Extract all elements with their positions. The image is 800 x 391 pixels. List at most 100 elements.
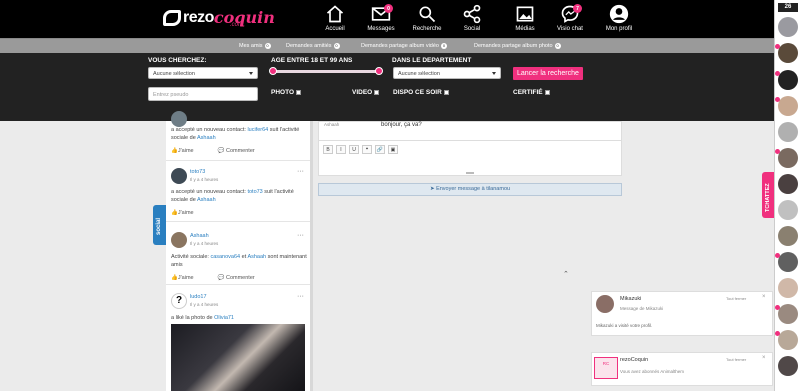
- post-author[interactable]: ludo17: [190, 294, 207, 300]
- post-author[interactable]: toto73: [190, 169, 205, 175]
- user-avatar[interactable]: [778, 226, 798, 246]
- user-avatar[interactable]: [778, 70, 798, 90]
- social-tab[interactable]: social: [153, 205, 166, 245]
- close-all-link[interactable]: Tout fermer: [726, 296, 746, 301]
- nav-mon-profil[interactable]: Mon profil: [597, 4, 641, 32]
- gender-select[interactable]: Aucune sélection: [148, 67, 258, 79]
- age-max-handle[interactable]: [375, 67, 383, 75]
- post-text: a accepté un nouveau contact: lucifer64 …: [171, 126, 307, 142]
- close-icon[interactable]: ×: [762, 355, 766, 361]
- user-link[interactable]: Olivia71: [214, 315, 234, 321]
- send-message-button[interactable]: ➤ Envoyer message à tilanamou: [318, 183, 622, 196]
- user-avatar[interactable]: [778, 200, 798, 220]
- like-button[interactable]: 👍J'aime: [171, 275, 206, 281]
- site-logo[interactable]: rezo coquin .com: [163, 8, 275, 28]
- like-button[interactable]: 👍J'aime: [171, 148, 206, 154]
- notification-card[interactable]: RC rezoCoquin Tout fermer × Vous avez ab…: [591, 352, 773, 386]
- user-avatar[interactable]: [778, 356, 798, 376]
- logo-text-rezo: rezo: [183, 8, 214, 26]
- subnav-label: Demandes amitiés: [286, 43, 332, 49]
- age-range-slider[interactable]: [269, 67, 383, 75]
- certifie-checkbox[interactable]: [544, 89, 550, 95]
- underline-button[interactable]: U: [349, 145, 359, 154]
- user-link[interactable]: casanova64: [210, 254, 240, 260]
- nav-medias[interactable]: Médias: [503, 4, 547, 32]
- post-actions: 👍J'aime 💬 Commenter: [171, 148, 279, 154]
- resize-handle[interactable]: [466, 172, 474, 174]
- like-button[interactable]: 👍J'aime: [171, 210, 206, 216]
- post-photo[interactable]: [171, 324, 305, 391]
- feed-scrollbar[interactable]: [310, 121, 313, 391]
- post-text: a accepté un nouveau contact: toto73 sui…: [171, 188, 307, 204]
- user-avatar[interactable]: [778, 17, 798, 37]
- user-link[interactable]: toto73: [247, 189, 262, 195]
- subnav-mes-amis[interactable]: Mes amis 0: [239, 43, 271, 49]
- subnav-demandes-amities[interactable]: Demandes amitiés 0: [286, 43, 340, 49]
- online-users-sidebar: 26: [774, 0, 800, 391]
- italic-button[interactable]: I: [336, 145, 346, 154]
- feed-post: Ashaah Il y a 4 heures ··· Activité soci…: [166, 223, 310, 285]
- scroll-up-icon[interactable]: ⌃: [563, 270, 569, 278]
- nav-recherche[interactable]: Recherche: [405, 4, 449, 32]
- user-avatar[interactable]: [778, 174, 798, 194]
- user-avatar[interactable]: [778, 304, 798, 324]
- subnav-count: 0: [333, 43, 340, 49]
- departement-select[interactable]: Aucune sélection: [393, 67, 501, 79]
- dispo-filter[interactable]: DISPO CE SOIR: [393, 89, 449, 96]
- online-dot: [775, 71, 780, 76]
- quote-button[interactable]: ❝: [362, 145, 372, 154]
- close-all-link[interactable]: Tout fermer: [726, 357, 746, 362]
- nav-accueil[interactable]: Accueil: [313, 4, 357, 32]
- certifie-filter[interactable]: CERTIFIÉ: [513, 89, 550, 96]
- user-avatar[interactable]: [778, 252, 798, 272]
- user-avatar[interactable]: [778, 96, 798, 116]
- age-min-handle[interactable]: [269, 67, 277, 75]
- comment-button[interactable]: 💬 Commenter: [218, 275, 267, 281]
- avatar[interactable]: ?: [171, 293, 187, 309]
- avatar[interactable]: [171, 168, 187, 184]
- visio-badge: 7: [573, 4, 582, 13]
- nav-visio-chat[interactable]: 7 Visio chat: [548, 4, 592, 32]
- photo-filter[interactable]: PHOTO: [271, 89, 301, 96]
- notification-card[interactable]: Mikazuki Tout fermer × Message de Mikazu…: [591, 291, 773, 336]
- video-checkbox[interactable]: [374, 89, 380, 95]
- bold-button[interactable]: B: [323, 145, 333, 154]
- close-icon[interactable]: ×: [762, 294, 766, 300]
- subnav-partage-photo[interactable]: Demandes partage album photo 0: [474, 43, 561, 49]
- message-editor[interactable]: B I U ❝ 🔗 ▣: [318, 140, 622, 176]
- user-link[interactable]: Ashaah: [197, 197, 216, 203]
- nav-messages[interactable]: 0 Messages: [359, 4, 403, 32]
- more-options-icon[interactable]: ···: [297, 293, 304, 300]
- link-button[interactable]: 🔗: [375, 145, 385, 154]
- avatar[interactable]: [171, 232, 187, 248]
- feed-post: a accepté un nouveau contact: lucifer64 …: [166, 111, 310, 161]
- nav-social[interactable]: Social: [450, 4, 494, 32]
- secondary-navbar: Mes amis 0 Demandes amitiés 0 Demandes par…: [0, 38, 774, 53]
- tchattez-tab[interactable]: TCHATTEZ: [762, 172, 774, 218]
- nav-label: Mon profil: [605, 26, 633, 32]
- gender-select-value: Aucune sélection: [153, 71, 195, 77]
- post-author[interactable]: Ashaah: [190, 233, 209, 239]
- video-label: VIDEO: [352, 89, 373, 96]
- subnav-partage-video[interactable]: Demandes partage album vidéo 0: [361, 43, 447, 49]
- avatar[interactable]: [596, 295, 614, 313]
- comment-button[interactable]: 💬 Commenter: [218, 148, 267, 154]
- user-avatar[interactable]: [778, 330, 798, 350]
- more-options-icon[interactable]: ···: [297, 232, 304, 239]
- more-options-icon[interactable]: ···: [297, 168, 304, 175]
- user-avatar[interactable]: [778, 43, 798, 63]
- pseudo-input[interactable]: Entrez pseudo: [148, 87, 258, 101]
- photo-label: PHOTO: [271, 89, 294, 96]
- user-avatar[interactable]: [778, 278, 798, 298]
- user-avatar[interactable]: [778, 148, 798, 168]
- user-link[interactable]: Ashaah: [197, 135, 216, 141]
- video-filter[interactable]: VIDEO: [352, 89, 380, 96]
- avatar[interactable]: [171, 111, 187, 127]
- search-submit-button[interactable]: Lancer la recherche: [513, 67, 583, 80]
- photo-checkbox[interactable]: [296, 89, 301, 95]
- user-link[interactable]: lucifer64: [247, 127, 268, 133]
- user-link[interactable]: Ashaah: [247, 254, 266, 260]
- user-avatar[interactable]: [778, 122, 798, 142]
- image-button[interactable]: ▣: [388, 145, 398, 154]
- dispo-checkbox[interactable]: [443, 89, 449, 95]
